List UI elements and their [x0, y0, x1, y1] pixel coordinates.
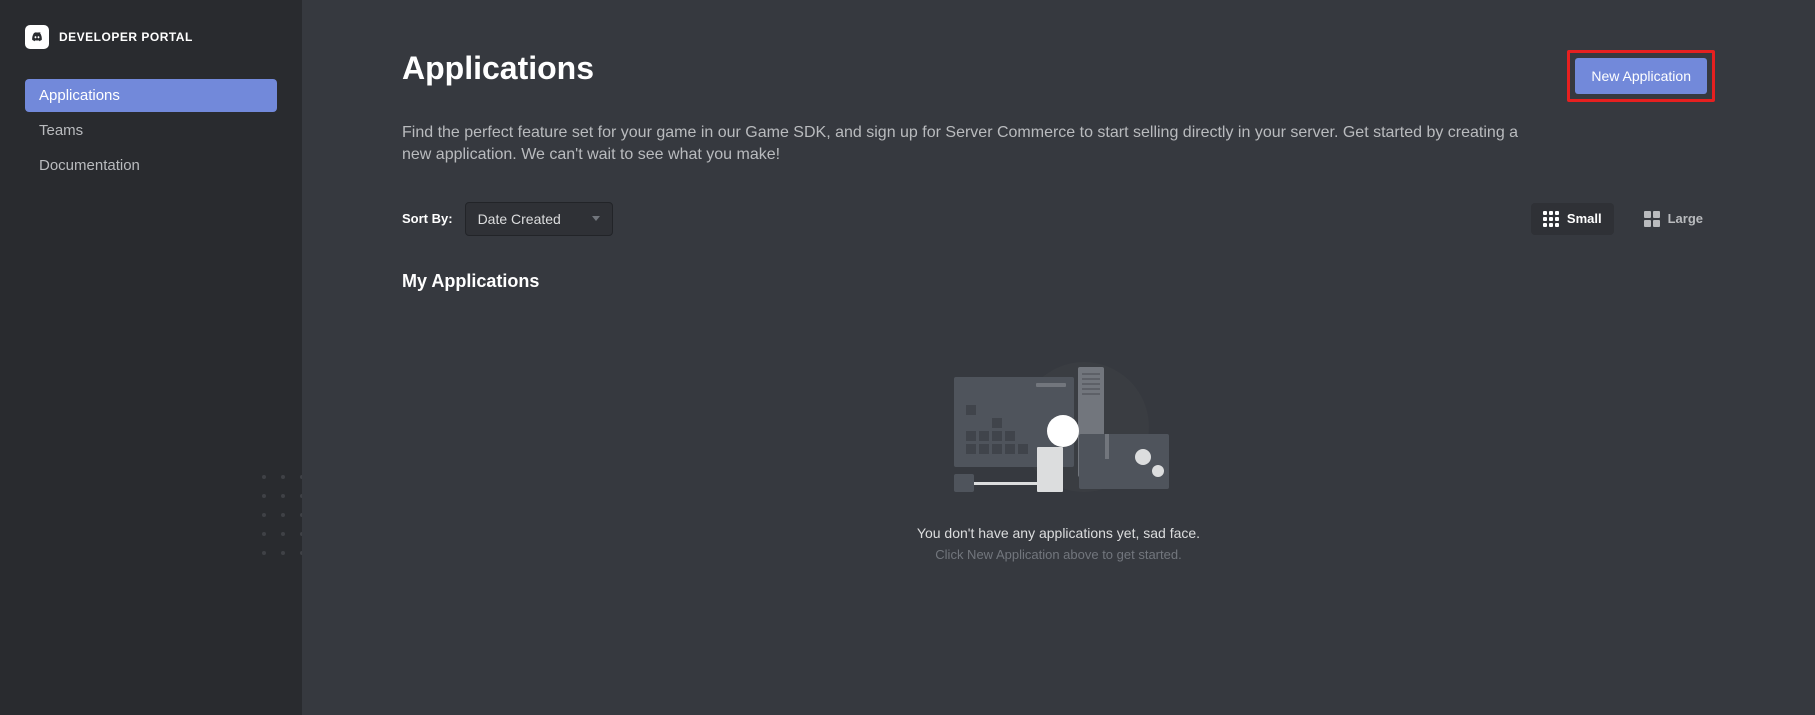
- sidebar: DEVELOPER PORTAL Applications Teams Docu…: [0, 0, 302, 715]
- header-row: Applications New Application: [402, 50, 1715, 102]
- brand-text: DEVELOPER PORTAL: [59, 30, 193, 44]
- sidebar-nav: Applications Teams Documentation: [25, 79, 277, 182]
- discord-icon: [25, 25, 49, 49]
- view-small-label: Small: [1567, 211, 1602, 226]
- grid-large-icon: [1644, 211, 1660, 227]
- empty-state: You don't have any applications yet, sad…: [402, 352, 1715, 562]
- view-large-label: Large: [1668, 211, 1703, 226]
- new-application-highlight: New Application: [1567, 50, 1715, 102]
- section-title: My Applications: [402, 271, 1715, 292]
- brand-logo[interactable]: DEVELOPER PORTAL: [25, 25, 277, 49]
- controls-row: Sort By: Date Created Small Large: [402, 202, 1715, 236]
- main-content: Applications New Application Find the pe…: [302, 0, 1815, 715]
- chevron-down-icon: [592, 216, 600, 221]
- view-small-button[interactable]: Small: [1531, 203, 1614, 235]
- sidebar-item-teams[interactable]: Teams: [25, 114, 277, 147]
- new-application-button[interactable]: New Application: [1575, 58, 1707, 94]
- sidebar-item-applications[interactable]: Applications: [25, 79, 277, 112]
- sort-select[interactable]: Date Created: [465, 202, 613, 236]
- grid-small-icon: [1543, 211, 1559, 227]
- view-toggle: Small Large: [1531, 203, 1715, 235]
- sidebar-item-documentation[interactable]: Documentation: [25, 149, 277, 182]
- empty-title: You don't have any applications yet, sad…: [917, 525, 1200, 541]
- page-title: Applications: [402, 50, 594, 87]
- empty-illustration: [949, 352, 1169, 507]
- view-large-button[interactable]: Large: [1632, 203, 1715, 235]
- page-description: Find the perfect feature set for your ga…: [402, 122, 1522, 167]
- sort-selected-value: Date Created: [478, 211, 561, 227]
- sort-label: Sort By:: [402, 211, 453, 226]
- empty-subtitle: Click New Application above to get start…: [935, 547, 1181, 562]
- sort-group: Sort By: Date Created: [402, 202, 613, 236]
